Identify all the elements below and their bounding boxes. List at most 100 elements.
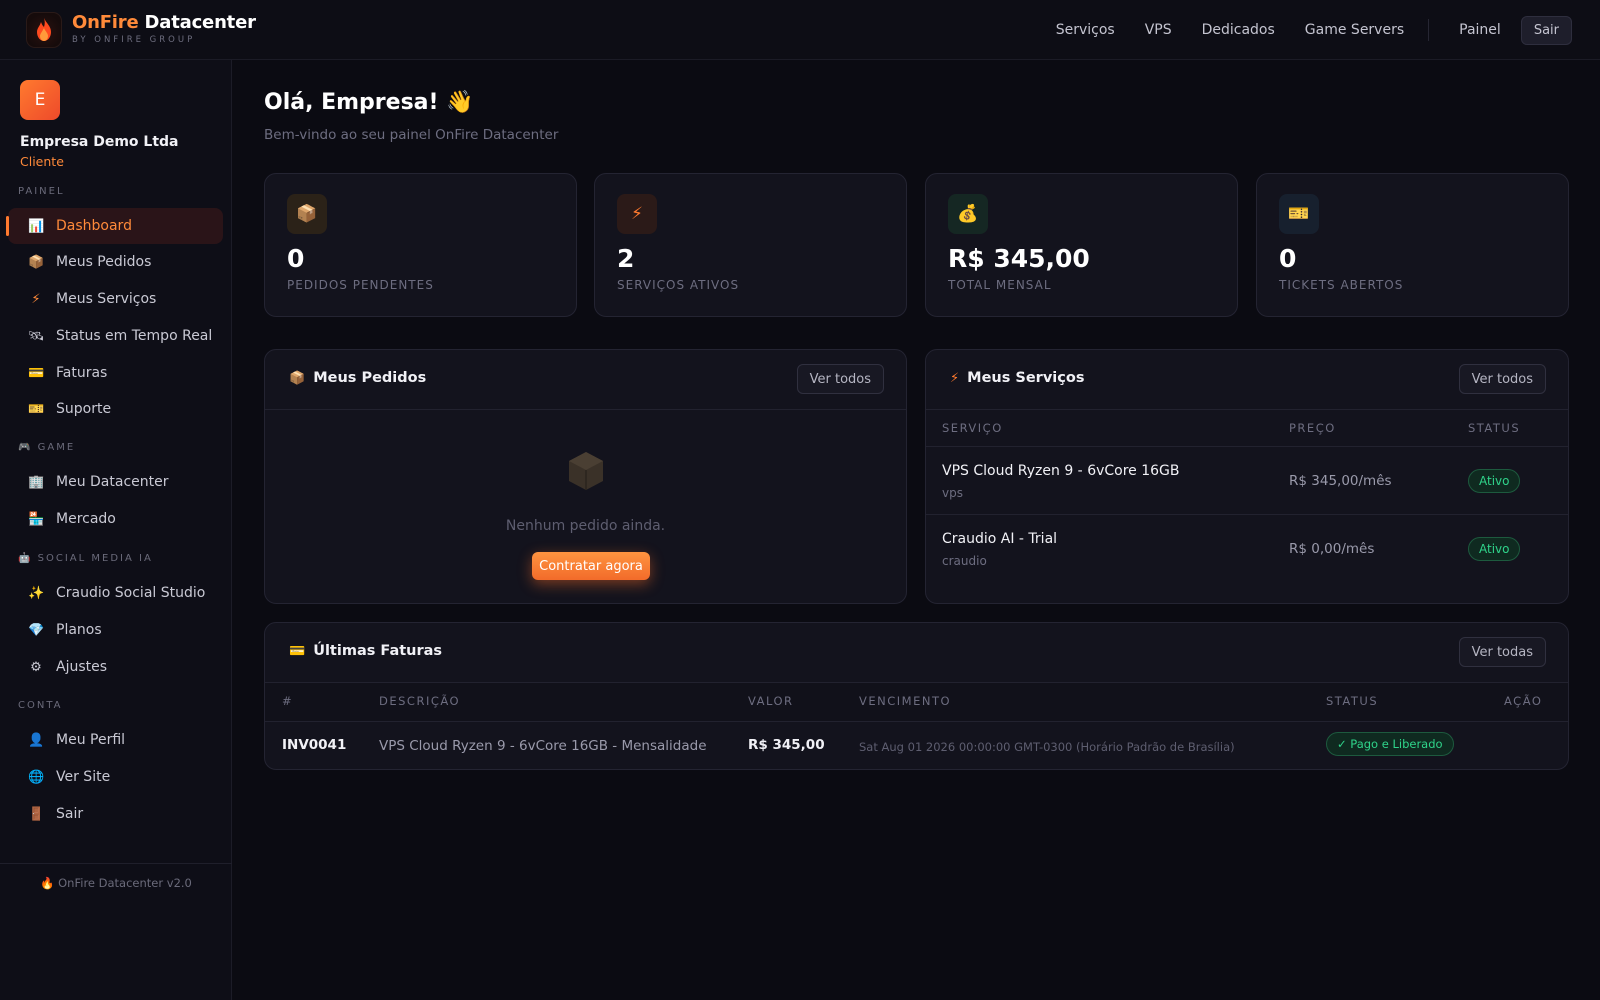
service-type: vps bbox=[942, 486, 963, 500]
sidebar-footer: 🔥 OnFire Datacenter v2.0 bbox=[0, 876, 232, 890]
ticket-icon: 🎫 bbox=[28, 401, 45, 417]
services-panel-title: ⚡ Meus Serviços bbox=[950, 370, 1084, 386]
user-name: Empresa Demo Ltda bbox=[20, 134, 179, 150]
invoices-panel-title: 💳 Últimas Faturas bbox=[289, 643, 442, 659]
sidebar-item-craudio-studio[interactable]: ✨ Craudio Social Studio bbox=[8, 575, 223, 611]
nav-link-dedicados[interactable]: Dedicados bbox=[1202, 22, 1275, 38]
top-nav-links: Serviços VPS Dedicados Game Servers Pain… bbox=[1026, 0, 1572, 60]
sidebar-item-label: Suporte bbox=[56, 401, 112, 417]
section-label-social-text: SOCIAL MEDIA IA bbox=[37, 553, 153, 564]
stat-label: TICKETS ABERTOS bbox=[1279, 278, 1404, 292]
lightning-icon: ⚡ bbox=[617, 194, 657, 234]
stat-card-pedidos: 📦 0 PEDIDOS PENDENTES bbox=[264, 173, 577, 317]
flame-logo-icon bbox=[26, 11, 62, 48]
version-label: OnFire Datacenter v2.0 bbox=[58, 876, 192, 890]
sidebar-item-ajustes[interactable]: ⚙ Ajustes bbox=[8, 649, 223, 685]
sidebar-item-sair[interactable]: 🚪 Sair bbox=[8, 796, 223, 832]
contract-now-button[interactable]: Contratar agora bbox=[532, 552, 650, 580]
orders-panel: 📦 Meus Pedidos Ver todos Nenhum pedido a… bbox=[264, 349, 907, 604]
sidebar-item-suporte[interactable]: 🎫 Suporte bbox=[8, 391, 223, 427]
sidebar-item-meus-servicos[interactable]: ⚡ Meus Serviços bbox=[8, 281, 223, 317]
service-name: VPS Cloud Ryzen 9 - 6vCore 16GB bbox=[942, 463, 1180, 479]
status-badge: Ativo bbox=[1468, 469, 1521, 493]
sidebar-item-status[interactable]: 🛰 Status em Tempo Real bbox=[8, 318, 223, 354]
sidebar-item-planos[interactable]: 💎 Planos bbox=[8, 612, 223, 648]
stat-label: SERVIÇOS ATIVOS bbox=[617, 278, 740, 292]
sidebar-item-mercado[interactable]: 🏪 Mercado bbox=[8, 501, 223, 537]
brand-name-accent: OnFire bbox=[72, 12, 139, 34]
lightning-icon: ⚡ bbox=[31, 291, 41, 307]
column-header-servico: SERVIÇO bbox=[942, 421, 1003, 435]
view-all-orders-button[interactable]: Ver todos bbox=[796, 364, 884, 394]
orders-panel-title: 📦 Meus Pedidos bbox=[289, 370, 426, 386]
nav-divider bbox=[1428, 19, 1430, 41]
sidebar-item-ver-site[interactable]: 🌐 Ver Site bbox=[8, 759, 223, 795]
sidebar-item-meu-perfil[interactable]: 👤 Meu Perfil bbox=[8, 722, 223, 758]
globe-icon: 🌐 bbox=[28, 769, 45, 785]
gear-icon: ⚙ bbox=[30, 659, 42, 675]
column-header-valor: VALOR bbox=[748, 694, 794, 708]
sidebar-item-label: Ver Site bbox=[56, 769, 111, 785]
sidebar-item-meu-datacenter[interactable]: 🏢 Meu Datacenter bbox=[8, 464, 223, 500]
invoice-due-date: Sat Aug 01 2026 00:00:00 GMT-0300 (Horár… bbox=[859, 740, 1235, 754]
row-divider bbox=[265, 721, 1568, 722]
stat-label: TOTAL MENSAL bbox=[948, 278, 1052, 292]
top-navbar: OnFire Datacenter BY ONFIRE GROUP Serviç… bbox=[0, 0, 1600, 60]
sidebar-item-meus-pedidos[interactable]: 📦 Meus Pedidos bbox=[8, 244, 223, 280]
gem-icon: 💎 bbox=[28, 622, 45, 638]
user-icon: 👤 bbox=[28, 732, 45, 748]
invoice-value: R$ 345,00 bbox=[748, 737, 825, 753]
sidebar-item-faturas[interactable]: 💳 Faturas bbox=[8, 355, 223, 391]
stat-label: PEDIDOS PENDENTES bbox=[287, 278, 434, 292]
status-badge: Ativo bbox=[1468, 537, 1521, 561]
sidebar-item-label: Status em Tempo Real bbox=[56, 328, 213, 344]
gamepad-icon: 🎮 bbox=[18, 442, 38, 453]
column-header-vencimento: VENCIMENTO bbox=[859, 694, 952, 708]
column-header-id: # bbox=[282, 694, 294, 708]
money-bag-icon: 💰 bbox=[948, 194, 988, 234]
sidebar-item-label: Meu Perfil bbox=[56, 732, 126, 748]
invoices-panel-header: 💳 Últimas Faturas Ver todas bbox=[265, 623, 1568, 683]
stat-card-tickets: 🎫 0 TICKETS ABERTOS bbox=[1256, 173, 1569, 317]
page-title: Olá, Empresa! 👋 bbox=[264, 90, 474, 115]
invoices-panel: 💳 Últimas Faturas Ver todas # DESCRIÇÃO … bbox=[264, 622, 1569, 770]
fire-icon: 🔥 bbox=[40, 876, 59, 890]
store-icon: 🏪 bbox=[28, 511, 45, 527]
status-badge: ✓ Pago e Liberado bbox=[1326, 732, 1454, 756]
package-icon: 📦 bbox=[289, 370, 306, 386]
services-panel-header: ⚡ Meus Serviços Ver todos bbox=[926, 350, 1568, 410]
orders-title-text: Meus Pedidos bbox=[313, 370, 427, 386]
nav-link-painel[interactable]: Painel bbox=[1459, 22, 1501, 38]
brand-subtitle: BY ONFIRE GROUP bbox=[72, 35, 196, 46]
package-icon: 📦 bbox=[28, 254, 45, 270]
service-price: R$ 0,00/mês bbox=[1289, 541, 1375, 557]
building-icon: 🏢 bbox=[28, 474, 45, 490]
section-label-painel: PAINEL bbox=[18, 186, 65, 197]
sidebar-item-label: Planos bbox=[56, 622, 102, 638]
empty-orders-message: Nenhum pedido ainda. bbox=[505, 518, 666, 534]
view-all-invoices-button[interactable]: Ver todas bbox=[1458, 637, 1546, 667]
logout-button[interactable]: Sair bbox=[1520, 15, 1572, 45]
nav-link-vps[interactable]: VPS bbox=[1145, 22, 1172, 38]
sidebar-item-dashboard[interactable]: 📊 Dashboard bbox=[6, 208, 223, 244]
sidebar-item-label: Meu Datacenter bbox=[56, 474, 169, 490]
empty-box-icon bbox=[567, 450, 605, 496]
stat-card-total-mensal: 💰 R$ 345,00 TOTAL MENSAL bbox=[925, 173, 1238, 317]
user-role: Cliente bbox=[20, 154, 64, 169]
column-header-status: STATUS bbox=[1326, 694, 1379, 708]
column-header-preco: PREÇO bbox=[1289, 421, 1336, 435]
nav-link-servicos[interactable]: Serviços bbox=[1056, 22, 1115, 38]
service-price: R$ 345,00/mês bbox=[1289, 473, 1392, 489]
service-name: Craudio AI - Trial bbox=[942, 531, 1058, 547]
ticket-icon: 🎫 bbox=[1279, 194, 1319, 234]
view-all-services-button[interactable]: Ver todos bbox=[1458, 364, 1546, 394]
nav-link-game-servers[interactable]: Game Servers bbox=[1305, 22, 1404, 38]
credit-card-icon: 💳 bbox=[289, 643, 306, 659]
section-label-game-text: GAME bbox=[37, 442, 76, 453]
sidebar: E Empresa Demo Ltda Cliente PAINEL 📊 Das… bbox=[0, 60, 232, 1000]
robot-icon: 🤖 bbox=[18, 553, 38, 564]
section-label-social: 🤖 SOCIAL MEDIA IA bbox=[18, 553, 153, 564]
stat-card-servicos: ⚡ 2 SERVIÇOS ATIVOS bbox=[594, 173, 907, 317]
brand[interactable]: OnFire Datacenter BY ONFIRE GROUP bbox=[26, 11, 256, 48]
avatar: E bbox=[20, 80, 60, 120]
